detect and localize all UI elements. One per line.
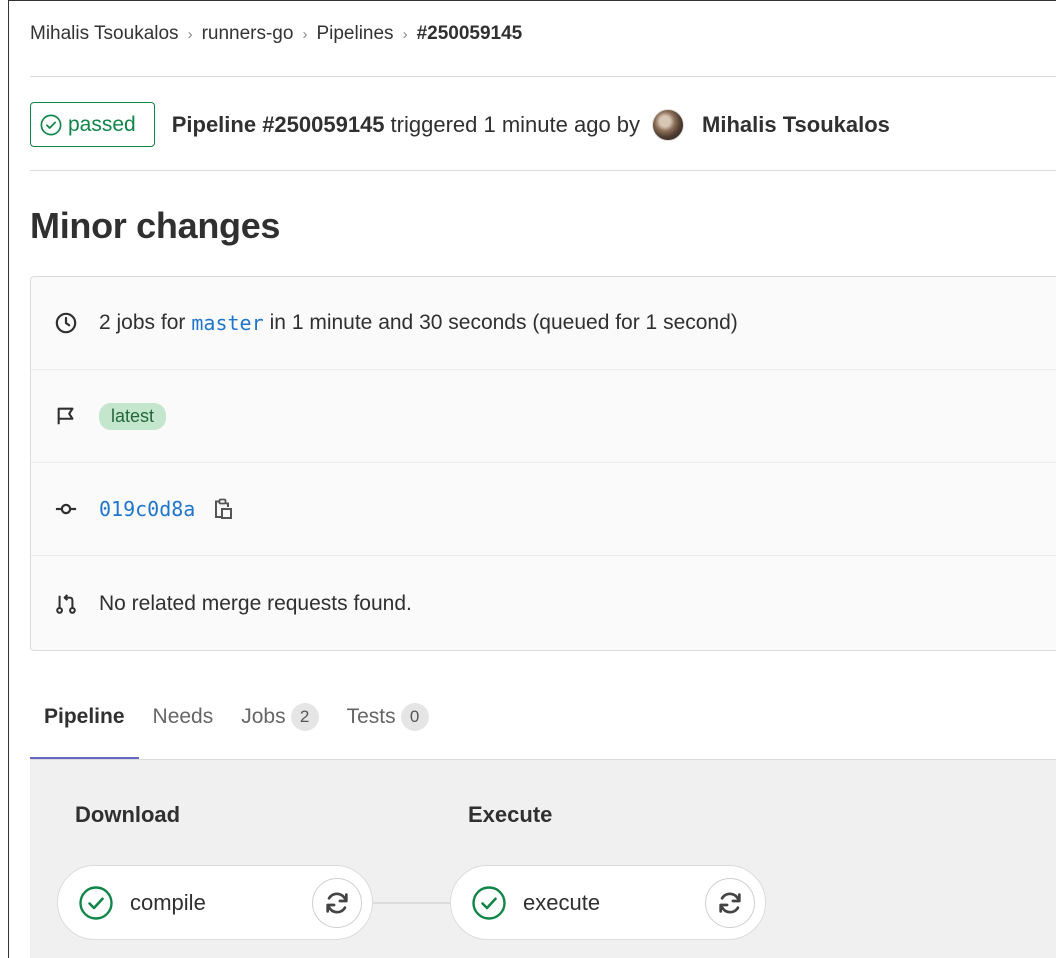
retry-icon: [326, 892, 348, 914]
commit-row: 019c0d8a: [31, 463, 1056, 556]
pipeline-page: Mihalis Tsoukalos › runners-go › Pipelin…: [8, 0, 1056, 958]
branch-link[interactable]: master: [191, 311, 263, 335]
author-link[interactable]: Mihalis Tsoukalos: [702, 112, 890, 138]
clipboard-icon[interactable]: [213, 498, 233, 520]
check-circle-icon: [40, 114, 62, 135]
commit-icon: [55, 503, 77, 515]
breadcrumb-item-pipelines[interactable]: Pipelines: [316, 23, 393, 45]
tests-count-badge: 0: [400, 703, 429, 731]
triggered-text: triggered 1 minute ago by: [390, 111, 641, 137]
tab-label: Pipeline: [44, 705, 125, 728]
tab-tests[interactable]: Tests 0: [347, 696, 429, 738]
stage-title-execute: Execute: [468, 802, 553, 827]
divider: [30, 170, 1056, 171]
status-badge[interactable]: passed: [30, 102, 155, 147]
pipeline-info: Pipeline #250059145 triggered 1 minute a…: [171, 108, 890, 141]
pipeline-graph: Download Execute compile execute: [30, 760, 1056, 958]
stage-connector: [370, 902, 450, 904]
job-execute[interactable]: execute: [450, 865, 766, 940]
check-circle-icon: [472, 885, 506, 920]
clock-icon: [55, 312, 77, 334]
merge-requests-text: No related merge requests found.: [99, 592, 412, 615]
avatar[interactable]: [652, 108, 685, 141]
tab-pipeline[interactable]: Pipeline: [30, 696, 139, 760]
jobs-count-badge: 2: [290, 703, 319, 731]
pipeline-id: Pipeline #250059145: [171, 111, 385, 137]
tags-row: latest: [31, 370, 1056, 463]
merge-request-icon: [56, 594, 76, 614]
jobs-summary-prefix: 2 jobs for: [99, 311, 186, 334]
chevron-right-icon: ›: [187, 25, 193, 43]
commit-sha-link[interactable]: 019c0d8a: [99, 497, 195, 521]
latest-badge: latest: [99, 402, 167, 430]
pipeline-tabs: Pipeline Needs Jobs 2 Tests 0: [30, 696, 457, 760]
breadcrumb-item-current[interactable]: #250059145: [417, 23, 523, 45]
jobs-summary-suffix: in 1 minute and 30 seconds (queued for 1…: [269, 311, 738, 334]
page-title: Minor changes: [30, 205, 281, 246]
retry-button[interactable]: [312, 878, 362, 928]
duration-row: 2 jobs for master in 1 minute and 30 sec…: [31, 277, 1056, 370]
divider: [30, 76, 1056, 77]
tab-label: Needs: [152, 705, 214, 728]
tab-jobs[interactable]: Jobs 2: [241, 696, 319, 738]
breadcrumb: Mihalis Tsoukalos › runners-go › Pipelin…: [30, 23, 522, 45]
pipeline-details-card: 2 jobs for master in 1 minute and 30 sec…: [30, 276, 1056, 651]
breadcrumb-item-project[interactable]: runners-go: [202, 23, 294, 45]
job-compile[interactable]: compile: [57, 865, 373, 940]
chevron-right-icon: ›: [302, 25, 308, 43]
job-name: compile: [130, 889, 206, 915]
status-label: passed: [68, 112, 136, 136]
tab-label: Tests: [346, 705, 396, 728]
tab-label: Jobs: [241, 705, 286, 728]
pipeline-header: passed Pipeline #250059145 triggered 1 m…: [30, 102, 890, 147]
chevron-right-icon: ›: [402, 25, 408, 43]
tab-needs[interactable]: Needs: [153, 696, 214, 738]
check-circle-icon: [79, 885, 113, 920]
job-name: execute: [523, 889, 601, 915]
breadcrumb-item-user[interactable]: Mihalis Tsoukalos: [30, 23, 179, 45]
merge-requests-row: No related merge requests found.: [31, 556, 1056, 652]
retry-icon: [719, 892, 741, 914]
retry-button[interactable]: [705, 878, 755, 928]
flag-icon: [57, 407, 74, 425]
stage-title-download: Download: [75, 802, 181, 827]
